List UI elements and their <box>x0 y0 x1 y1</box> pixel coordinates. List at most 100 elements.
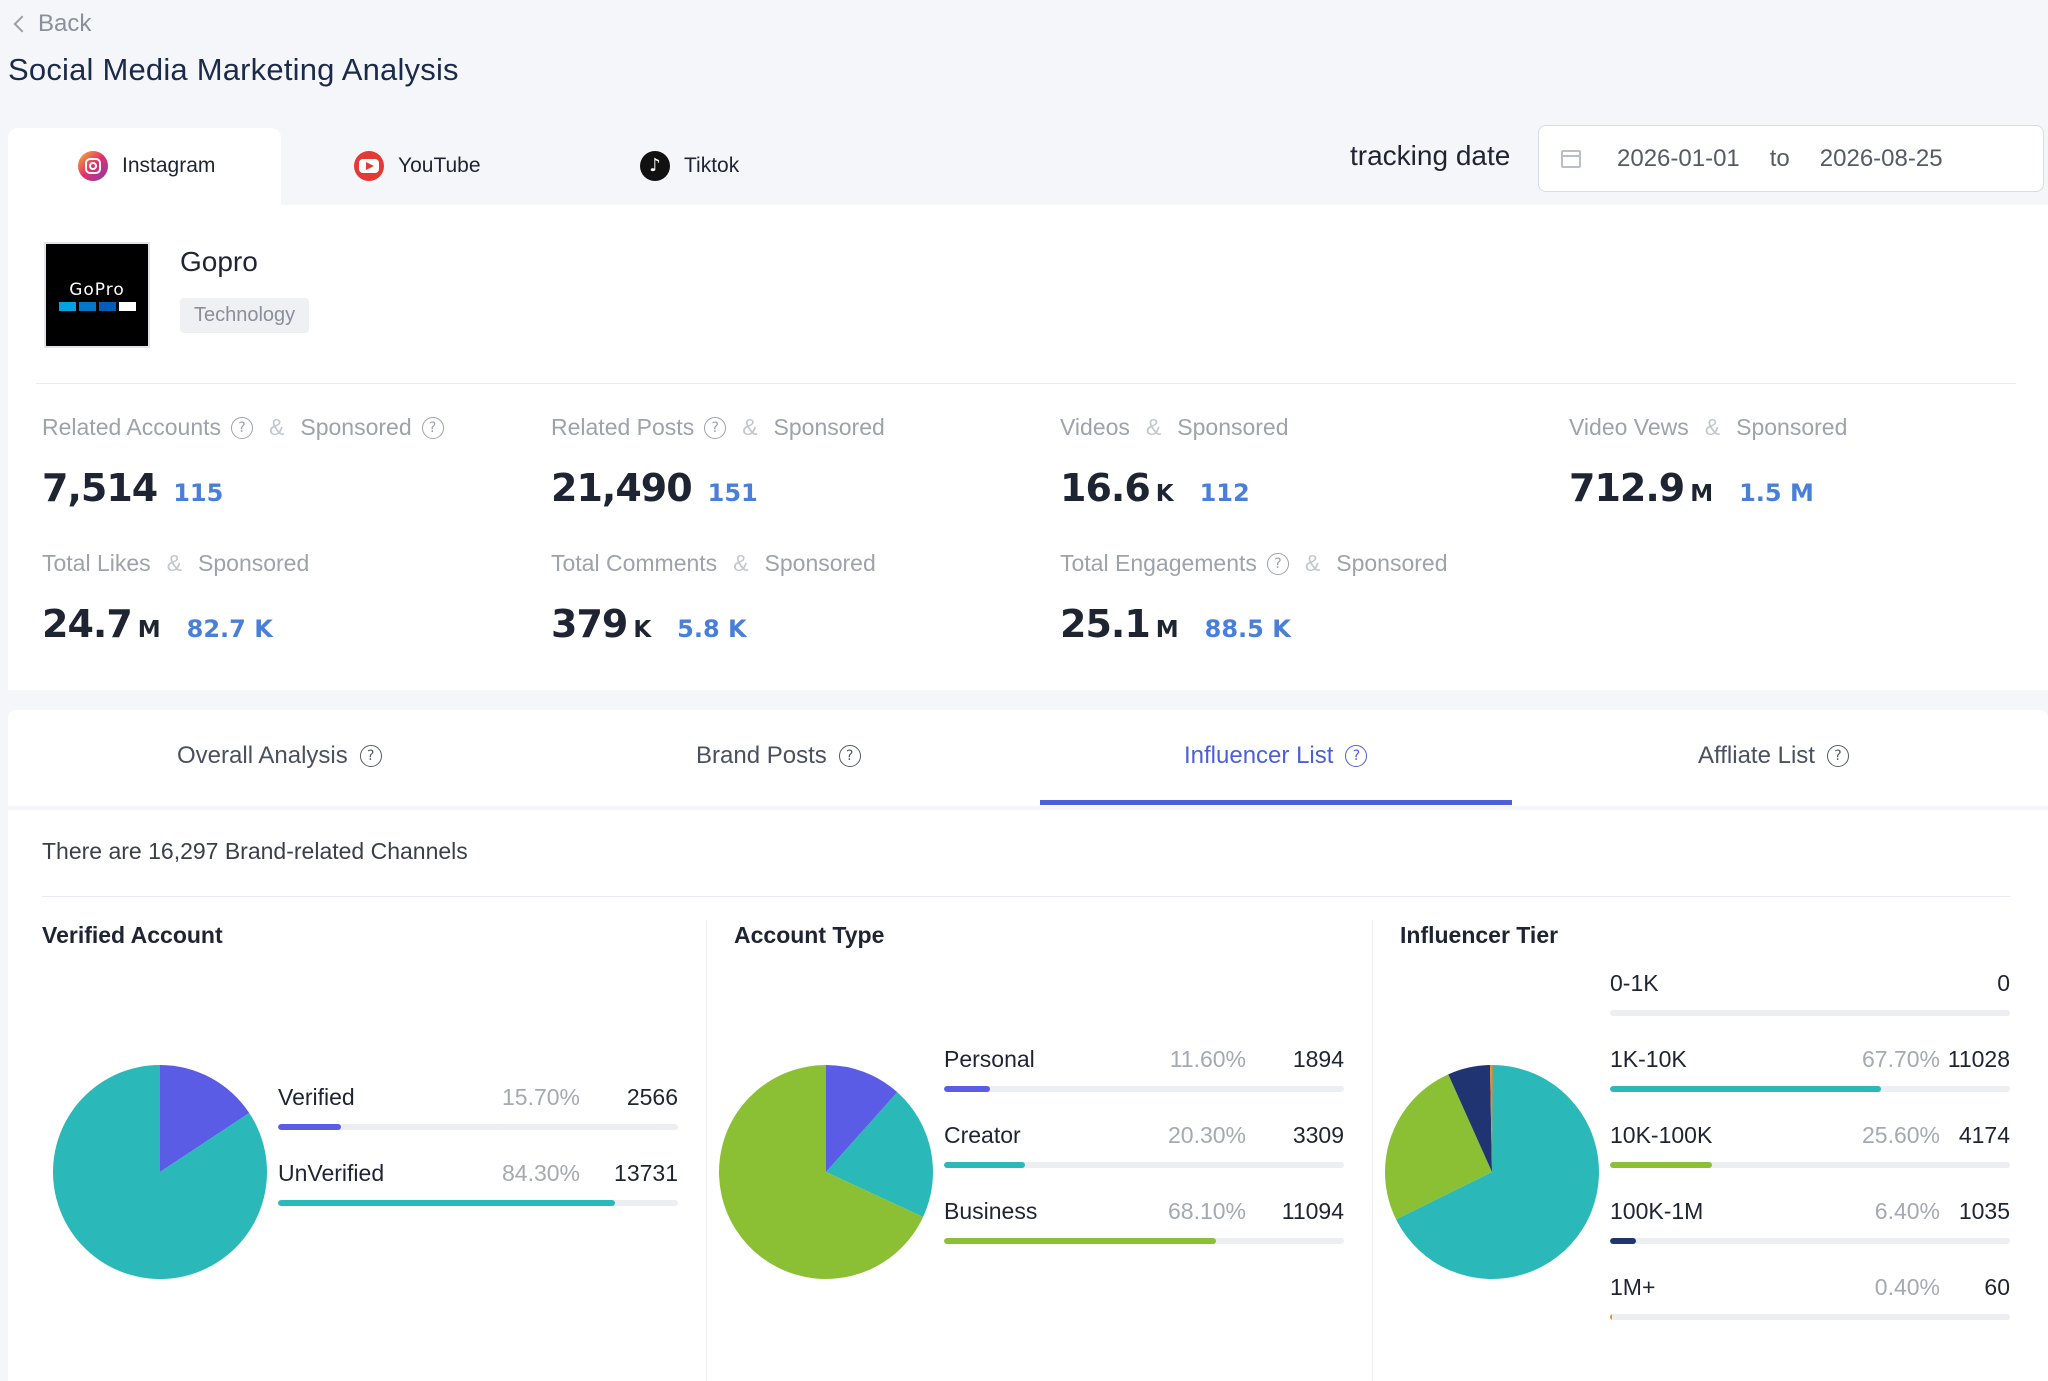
legend-label: Verified <box>278 1084 355 1110</box>
legend-count: 1035 <box>1958 1198 2010 1224</box>
legend-label: 100K-1M <box>1610 1198 1704 1224</box>
help-icon[interactable]: ? <box>704 416 727 439</box>
progress-fill <box>278 1124 341 1130</box>
legend-label: 0-1K <box>1610 970 1659 996</box>
tab-overall-analysis[interactable]: Overall Analysis? <box>177 742 382 770</box>
stat-main-value: 712.9 <box>1569 466 1685 510</box>
stat-sponsored-label: Sponsored <box>773 414 885 440</box>
progress-track <box>278 1200 678 1206</box>
help-icon[interactable]: ? <box>359 745 382 767</box>
stat-sponsored-label: Sponsored <box>300 414 412 440</box>
stat-unit: M <box>1155 617 1179 643</box>
stat-unit: K <box>1155 481 1174 507</box>
start-date[interactable]: 2026-01-01 <box>1617 145 1740 173</box>
help-icon[interactable]: ? <box>1345 745 1368 767</box>
stat-unit: M <box>137 617 161 643</box>
progress-fill <box>1610 1086 1881 1092</box>
help-icon[interactable]: ? <box>1266 552 1289 575</box>
stat-value: 16.6 K 112 <box>1060 466 1250 510</box>
stat-label: Total Comments & Sponsored <box>551 550 876 577</box>
progress-track <box>944 1086 1344 1092</box>
stat-main-value: 16.6 <box>1060 466 1151 510</box>
tab-youtube-label: YouTube <box>398 154 481 177</box>
stat-value: 379 K 5.8 K <box>551 602 747 646</box>
tab-influencer-list-label: Influencer List <box>1184 742 1334 769</box>
back-link[interactable]: Back <box>10 10 91 38</box>
calendar-icon <box>1561 149 1581 168</box>
stat-label-text: Video Vews <box>1569 414 1689 440</box>
pie-chart <box>53 1065 268 1279</box>
tab-instagram[interactable]: Instagram <box>78 148 215 184</box>
legend-count: 3309 <box>1292 1122 1344 1148</box>
date-range-picker[interactable]: 2026-01-01 to 2026-08-25 <box>1538 125 2044 192</box>
section-separator <box>706 920 707 1381</box>
stat-sponsored-label: Sponsored <box>1736 414 1848 440</box>
help-icon[interactable]: ? <box>838 745 861 767</box>
stat-label: Related Posts? & Sponsored <box>551 414 885 441</box>
tab-affliate-list[interactable]: Affliate List? <box>1698 742 1849 770</box>
pie-chart <box>719 1065 933 1279</box>
stat-unit: K <box>633 617 652 643</box>
ampersand: & <box>269 414 285 440</box>
progress-fill <box>1610 1162 1713 1168</box>
stat-label-text: Videos <box>1060 414 1130 440</box>
tab-influencer-list[interactable]: Influencer List? <box>1184 742 1368 770</box>
legend-count: 0 <box>1997 970 2010 996</box>
legend-label: 1M+ <box>1610 1274 1656 1300</box>
ampersand: & <box>166 550 183 576</box>
stat-sponsored-value: 82.7 K <box>186 615 273 643</box>
tab-youtube[interactable]: YouTube <box>354 148 481 184</box>
stat-value: 712.9 M 1.5 M <box>1569 466 1814 510</box>
stat-sponsored-value: 151 <box>707 479 758 507</box>
active-tab-underline <box>1040 800 1512 805</box>
help-icon[interactable]: ? <box>231 416 254 439</box>
progress-fill <box>1610 1238 1636 1244</box>
ampersand: & <box>742 414 758 440</box>
stat-sponsored-value: 5.8 K <box>677 615 747 643</box>
stat-label: Video Vews & Sponsored <box>1569 414 1847 441</box>
legend-count: 1894 <box>1292 1046 1344 1072</box>
stat-sponsored-value: 88.5 K <box>1204 615 1291 643</box>
stat-value: 25.1 M 88.5 K <box>1060 602 1291 646</box>
stat-label: Total Likes & Sponsored <box>42 550 309 577</box>
tab-brand-posts-label: Brand Posts <box>696 742 827 769</box>
tiktok-icon: ♪ <box>640 151 670 181</box>
stat-label-text: Related Accounts <box>42 414 222 440</box>
progress-track <box>278 1124 678 1130</box>
stat-sponsored-value: 1.5 M <box>1739 479 1814 507</box>
divider <box>36 383 2016 384</box>
stat-main-value: 7,514 <box>42 466 158 510</box>
back-label: Back <box>38 10 92 37</box>
ampersand: & <box>733 550 749 576</box>
legend-label: UnVerified <box>278 1160 385 1186</box>
progress-track <box>1610 1086 2010 1092</box>
legend-label: Personal <box>944 1046 1035 1072</box>
help-icon[interactable]: ? <box>421 416 444 439</box>
page-title: Social Media Marketing Analysis <box>8 52 459 87</box>
stat-value: 7,514 115 <box>42 466 223 510</box>
stat-label: Videos & Sponsored <box>1060 414 1289 441</box>
stat-label-text: Total Likes <box>42 550 151 576</box>
legend-label: Business <box>944 1198 1038 1224</box>
stat-label: Related Accounts? & Sponsored? <box>42 414 444 441</box>
chart-title: Verified Account <box>42 922 223 948</box>
stat-main-value: 379 <box>551 602 628 646</box>
stat-label-text: Total Comments <box>551 550 718 576</box>
progress-track <box>944 1238 1344 1244</box>
stat-sponsored-label: Sponsored <box>198 550 310 576</box>
brand-name: Gopro <box>180 246 258 277</box>
help-icon[interactable]: ? <box>1826 745 1849 767</box>
ampersand: & <box>1145 414 1162 440</box>
chart-title: Account Type <box>734 922 885 948</box>
legend-count: 60 <box>1984 1274 2010 1300</box>
ampersand: & <box>1704 414 1721 440</box>
legend-count: 11094 <box>1281 1198 1344 1224</box>
tab-tiktok[interactable]: ♪ Tiktok <box>640 148 739 184</box>
stat-unit: M <box>1690 481 1714 507</box>
chevron-left-icon <box>13 15 31 33</box>
tab-affliate-list-label: Affliate List <box>1698 742 1815 769</box>
tab-brand-posts[interactable]: Brand Posts? <box>696 742 861 770</box>
end-date[interactable]: 2026-08-25 <box>1820 145 1943 173</box>
legend-label: 1K-10K <box>1610 1046 1687 1072</box>
legend-label: 10K-100K <box>1610 1122 1713 1148</box>
